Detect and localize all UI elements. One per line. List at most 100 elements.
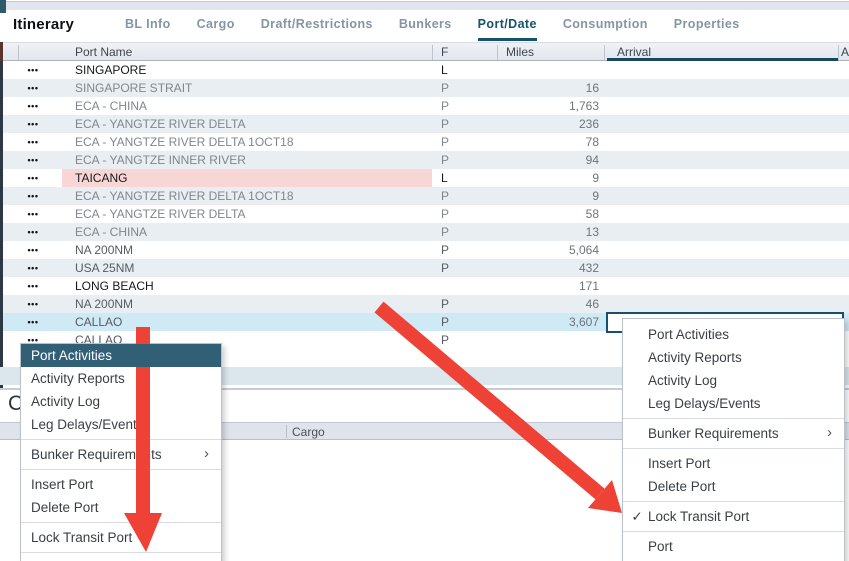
checkmark-icon: ✓ bbox=[628, 505, 646, 528]
table-row[interactable]: •••NA 200NMP5,064 bbox=[3, 241, 849, 259]
menu-item-activity-reports[interactable]: Activity Reports bbox=[623, 346, 844, 369]
menu-item-activity-log[interactable]: Activity Log bbox=[623, 369, 844, 392]
menu-item-delete-port[interactable]: Delete Port bbox=[21, 496, 221, 519]
miles-cell: 58 bbox=[500, 205, 599, 223]
menu-separator bbox=[623, 415, 844, 422]
menu-item-bunker-requirements[interactable]: Bunker Requirements › bbox=[21, 443, 221, 466]
function-cell: P bbox=[441, 115, 481, 133]
function-cell: P bbox=[441, 151, 481, 169]
port-name-cell: USA 25NM bbox=[62, 259, 432, 277]
menu-item-delete-port[interactable]: Delete Port bbox=[623, 475, 844, 498]
table-row[interactable]: •••ECA - YANGTZE RIVER DELTAP58 bbox=[3, 205, 849, 223]
menu-item-label: Bunker Requirements bbox=[648, 426, 779, 441]
table-row[interactable]: •••SINGAPORE STRAITP16 bbox=[3, 79, 849, 97]
menu-item-lock-transit-port[interactable]: Lock Transit Port bbox=[21, 526, 221, 549]
column-header-miles[interactable]: Miles bbox=[506, 45, 534, 60]
menu-item-port-activities[interactable]: Port Activities bbox=[623, 323, 844, 346]
context-menu-right: Port ActivitiesActivity ReportsActivity … bbox=[622, 318, 845, 561]
menu-item-activity-log[interactable]: Activity Log bbox=[21, 390, 221, 413]
function-cell: P bbox=[441, 223, 481, 241]
menu-item-leg-delays-events[interactable]: Leg Delays/Events bbox=[21, 413, 221, 436]
tab-port-date[interactable]: Port/Date bbox=[478, 17, 537, 41]
menu-item-label: Lock Transit Port bbox=[31, 530, 132, 545]
grid-left-edge-top bbox=[0, 42, 3, 61]
row-actions-ellipsis-icon[interactable]: ••• bbox=[22, 97, 44, 115]
table-row[interactable]: •••ECA - CHINAP13 bbox=[3, 223, 849, 241]
menu-item-label: Leg Delays/Events bbox=[31, 417, 144, 432]
table-row[interactable]: •••LONG BEACH171 bbox=[3, 277, 849, 295]
row-actions-ellipsis-icon[interactable]: ••• bbox=[22, 223, 44, 241]
port-name-cell: ECA - CHINA bbox=[62, 223, 432, 241]
miles-cell: 78 bbox=[500, 133, 599, 151]
column-divider bbox=[286, 425, 287, 438]
menu-separator bbox=[21, 519, 221, 526]
row-actions-ellipsis-icon[interactable]: ••• bbox=[22, 259, 44, 277]
miles-cell: 3,607 bbox=[500, 313, 599, 331]
table-row[interactable]: •••ECA - YANGTZE INNER RIVERP94 bbox=[3, 151, 849, 169]
column-divider bbox=[604, 45, 605, 60]
table-row[interactable]: •••SINGAPOREL bbox=[3, 61, 849, 79]
submenu-arrow-icon: › bbox=[827, 421, 832, 444]
menu-item-insert-port[interactable]: Insert Port bbox=[623, 452, 844, 475]
column-header-a[interactable]: A bbox=[841, 45, 849, 60]
menu-item-activity-reports[interactable]: Activity Reports bbox=[21, 367, 221, 390]
column-header-port-name[interactable]: Port Name bbox=[75, 45, 132, 60]
table-row[interactable]: •••ECA - CHINAP1,763 bbox=[3, 97, 849, 115]
table-row[interactable]: •••ECA - YANGTZE RIVER DELTA 1OCT18P9 bbox=[3, 187, 849, 205]
table-row[interactable]: •••NA 200NMP46 bbox=[3, 295, 849, 313]
column-divider bbox=[497, 45, 498, 60]
menu-item-port[interactable]: Port bbox=[623, 535, 844, 558]
tab-properties[interactable]: Properties bbox=[674, 17, 740, 41]
row-actions-ellipsis-icon[interactable]: ••• bbox=[22, 61, 44, 79]
miles-cell: 16 bbox=[500, 79, 599, 97]
menu-item-label: Activity Reports bbox=[31, 371, 125, 386]
row-actions-ellipsis-icon[interactable]: ••• bbox=[22, 169, 44, 187]
menu-item-port-activities[interactable]: Port Activities bbox=[21, 344, 221, 367]
itinerary-window: Itinerary BL InfoCargoDraft/Restrictions… bbox=[0, 0, 849, 561]
row-actions-ellipsis-icon[interactable]: ••• bbox=[22, 115, 44, 133]
miles-cell: 1,763 bbox=[500, 97, 599, 115]
port-name-cell: ECA - YANGTZE RIVER DELTA 1OCT18 bbox=[62, 133, 432, 151]
tab-draft-restrictions[interactable]: Draft/Restrictions bbox=[261, 17, 373, 41]
submenu-arrow-icon: › bbox=[204, 442, 209, 465]
port-name-cell: SINGAPORE bbox=[62, 61, 432, 79]
tab-bl-info[interactable]: BL Info bbox=[125, 17, 171, 41]
miles-cell bbox=[500, 61, 599, 79]
row-actions-ellipsis-icon[interactable]: ••• bbox=[22, 241, 44, 259]
row-actions-ellipsis-icon[interactable]: ••• bbox=[22, 133, 44, 151]
column-header-f[interactable]: F bbox=[441, 45, 448, 60]
menu-item-label: Bunker Requirements bbox=[31, 447, 162, 462]
table-row[interactable]: •••USA 25NMP432 bbox=[3, 259, 849, 277]
tab-consumption[interactable]: Consumption bbox=[563, 17, 648, 41]
menu-item-label: Port bbox=[648, 539, 673, 554]
menu-separator bbox=[623, 498, 844, 505]
row-actions-ellipsis-icon[interactable]: ••• bbox=[22, 151, 44, 169]
table-row[interactable]: •••ECA - YANGTZE RIVER DELTA 1OCT18P78 bbox=[3, 133, 849, 151]
menu-item-label: Port Activities bbox=[31, 348, 112, 363]
tab-cargo[interactable]: Cargo bbox=[197, 17, 235, 41]
menu-item-bunker-requirements[interactable]: Bunker Requirements › bbox=[623, 422, 844, 445]
function-cell: L bbox=[441, 169, 481, 187]
port-name-cell: CALLAO bbox=[62, 313, 432, 331]
port-name-cell: SINGAPORE STRAIT bbox=[62, 79, 432, 97]
table-row[interactable]: •••ECA - YANGTZE RIVER DELTAP236 bbox=[3, 115, 849, 133]
row-actions-ellipsis-icon[interactable]: ••• bbox=[22, 313, 44, 331]
menu-item-lock-transit-port[interactable]: ✓Lock Transit Port bbox=[623, 505, 844, 528]
menu-item-insert-port[interactable]: Insert Port bbox=[21, 473, 221, 496]
row-actions-ellipsis-icon[interactable]: ••• bbox=[22, 205, 44, 223]
window-top-strip bbox=[0, 1, 849, 10]
miles-cell: 94 bbox=[500, 151, 599, 169]
port-name-cell: ECA - YANGTZE RIVER DELTA 1OCT18 bbox=[62, 187, 432, 205]
menu-item-leg-delays-events[interactable]: Leg Delays/Events bbox=[623, 392, 844, 415]
menu-separator bbox=[21, 466, 221, 473]
row-actions-ellipsis-icon[interactable]: ••• bbox=[22, 295, 44, 313]
row-actions-ellipsis-icon[interactable]: ••• bbox=[22, 79, 44, 97]
menu-item-label: Lock Transit Port bbox=[648, 509, 749, 524]
miles-cell: 432 bbox=[500, 259, 599, 277]
tab-bunkers[interactable]: Bunkers bbox=[399, 17, 452, 41]
row-actions-ellipsis-icon[interactable]: ••• bbox=[22, 187, 44, 205]
table-row[interactable]: •••TAICANGL9 bbox=[3, 169, 849, 187]
menu-item-label: Insert Port bbox=[648, 456, 710, 471]
row-actions-ellipsis-icon[interactable]: ••• bbox=[22, 277, 44, 295]
column-header-cargo[interactable]: Cargo bbox=[292, 425, 325, 439]
